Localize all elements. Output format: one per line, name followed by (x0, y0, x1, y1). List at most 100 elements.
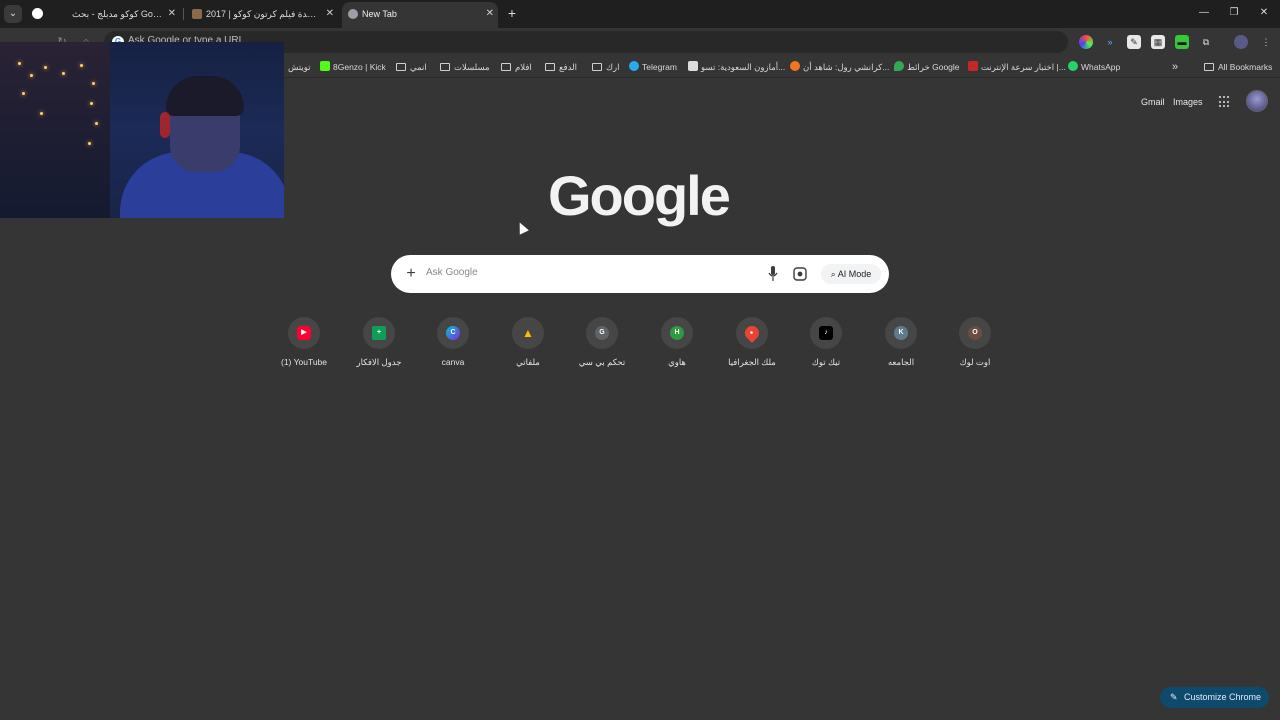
close-icon[interactable]: ✕ (168, 2, 176, 26)
bookmark-google-maps[interactable]: خرائط Google (894, 60, 960, 74)
tab-new-tab[interactable]: New Tab ✕ (342, 2, 498, 28)
webcam-shelf (0, 42, 110, 218)
youtube-icon: ▶ (297, 326, 311, 340)
folder-icon (440, 63, 450, 71)
bookmark-telegram[interactable]: Telegram (629, 60, 677, 74)
shortcut-hawi[interactable]: H هاوي (640, 313, 714, 377)
close-icon[interactable]: ✕ (326, 2, 334, 26)
sparkle-search-icon: ⌕ (830, 269, 838, 279)
bookmark-folder-ark[interactable]: ارك (592, 60, 619, 74)
bookmark-label: ارك (606, 62, 620, 72)
search-placeholder: Ask Google (426, 267, 478, 278)
kick-icon (320, 61, 330, 71)
shortcut-sheets[interactable]: + جدول الافكار (342, 313, 416, 377)
tab-google-search[interactable]: كوكو مدبلج - بحث Google ✕ (52, 2, 180, 28)
shortcut-canva[interactable]: C canva (416, 313, 490, 377)
shortcut-university[interactable]: K الجامعه (864, 313, 938, 377)
bookmark-label: تويتش (288, 62, 311, 72)
grid-extension-icon[interactable]: ▦ (1151, 35, 1165, 49)
canva-icon: C (446, 326, 460, 340)
bookmark-whatsapp[interactable]: WhatsApp (1068, 60, 1120, 74)
audio-extension-icon[interactable]: » (1103, 35, 1117, 49)
tab-title: مشاهدة فيلم كرتون كوكو | 2017 - (206, 9, 320, 19)
google-lens-icon[interactable] (793, 267, 807, 281)
close-icon[interactable]: ✕ (486, 2, 494, 26)
shortcut-pc-control[interactable]: G تحكم بي سي (565, 313, 639, 377)
shortcut-youtube[interactable]: ▶ (1) YouTube (267, 313, 341, 377)
bookmark-twitch[interactable]: تويتش (288, 60, 311, 74)
microphone-icon[interactable] (768, 266, 778, 282)
bookmark-folder-series[interactable]: مسلسلات (440, 60, 490, 74)
bookmark-amazon[interactable]: أمازون السعودية: تسو... (688, 60, 785, 74)
shortcut-circle: K (885, 317, 917, 349)
letter-o-icon: O (968, 326, 982, 340)
minimize-button[interactable]: — (1194, 4, 1214, 22)
tab-movie[interactable]: مشاهدة فيلم كرتون كوكو | 2017 - ✕ (186, 2, 338, 28)
shortcut-circle: O (959, 317, 991, 349)
google-logo: Google (548, 164, 731, 227)
tab-title: كوكو مدبلج - بحث Google (72, 9, 162, 19)
crunchyroll-icon (790, 61, 800, 71)
all-bookmarks-button[interactable]: All Bookmarks (1204, 60, 1272, 74)
fairy-light (92, 82, 95, 85)
account-avatar[interactable] (1246, 90, 1268, 112)
menu-kebab-icon[interactable]: ⋮ (1259, 35, 1273, 49)
search-box[interactable]: + Ask Google ⌕ AI Mode (391, 255, 889, 293)
ai-mode-button[interactable]: ⌕ AI Mode (821, 264, 881, 284)
images-link[interactable]: Images (1173, 94, 1203, 110)
shortcut-circle: ♪ (810, 317, 842, 349)
shortcut-label: canva (441, 357, 465, 367)
fairy-light (62, 72, 65, 75)
bookmark-label: اختبار سرعة الإنترنت |... (981, 62, 1066, 72)
add-attachment-button[interactable]: + (403, 264, 419, 284)
shortcut-circle: C (437, 317, 469, 349)
bookmark-folder-anime[interactable]: انمي (396, 60, 427, 74)
pen-extension-icon[interactable]: ✎ (1127, 35, 1141, 49)
tiktok-icon: ♪ (819, 326, 833, 340)
extensions-puzzle-icon[interactable]: ⧉ (1199, 35, 1213, 49)
mouse-cursor (515, 220, 529, 235)
bookmark-speedtest[interactable]: اختبار سرعة الإنترنت |... (968, 60, 1066, 74)
shortcut-outlook[interactable]: O اوت لوك (938, 313, 1012, 377)
folder-icon (545, 63, 555, 71)
shortcut-label: الجامعه (887, 357, 915, 367)
customize-chrome-label: Customize Chrome (1184, 692, 1262, 702)
google-apps-icon[interactable] (1219, 96, 1231, 108)
color-extension-icon[interactable] (1079, 35, 1093, 49)
bookmark-crunchyroll[interactable]: كرانشي رول: شاهد أن... (790, 60, 889, 74)
shortcut-circle: G (586, 317, 618, 349)
shortcut-label: تحكم بي سي (578, 357, 626, 367)
profile-avatar-icon[interactable] (1234, 35, 1248, 49)
green-extension-icon[interactable]: ▬ (1175, 35, 1189, 49)
shortcut-tiktok[interactable]: ♪ تيك توك (789, 313, 863, 377)
bookmark-folder-payment[interactable]: الدفع (545, 60, 577, 74)
map-pin-icon: ● (742, 323, 762, 343)
bookmark-label: مسلسلات (454, 62, 490, 72)
tab-separator (183, 8, 184, 20)
bookmark-folder-movies[interactable]: افلام (501, 60, 532, 74)
shortcut-label: جدول الافكار (356, 357, 402, 367)
tab-search-button[interactable]: ⌄ (4, 5, 22, 23)
new-tab-button[interactable]: + (505, 4, 519, 22)
shortcut-circle: + (363, 317, 395, 349)
shortcut-label: هاوي (668, 357, 686, 367)
customize-chrome-button[interactable]: ✎ Customize Chrome (1160, 687, 1269, 708)
ai-mode-label: AI Mode (837, 269, 872, 279)
whatsapp-icon (1068, 61, 1078, 71)
shortcut-geography[interactable]: ● ملك الجغرافيا (715, 313, 789, 377)
shortcut-label: تيك توك (811, 357, 841, 367)
shortcut-drive[interactable]: ▲ ملفاتي (491, 313, 565, 377)
drive-icon: ▲ (522, 326, 534, 340)
gmail-link[interactable]: Gmail (1141, 94, 1165, 110)
close-window-button[interactable]: ✕ (1254, 4, 1274, 22)
sheets-icon: + (372, 326, 386, 340)
bookmark-label: Telegram (642, 62, 677, 72)
google-favicon-icon[interactable] (32, 8, 43, 19)
shortcut-label: اوت لوك (959, 357, 991, 367)
bookmarks-overflow-button[interactable]: » (1172, 60, 1178, 74)
restore-button[interactable]: ❐ (1224, 4, 1244, 22)
maps-pin-icon (894, 61, 904, 71)
bookmark-kick[interactable]: 8Genzo | Kick (320, 60, 386, 74)
speedtest-icon (968, 61, 978, 71)
fairy-light (22, 92, 25, 95)
